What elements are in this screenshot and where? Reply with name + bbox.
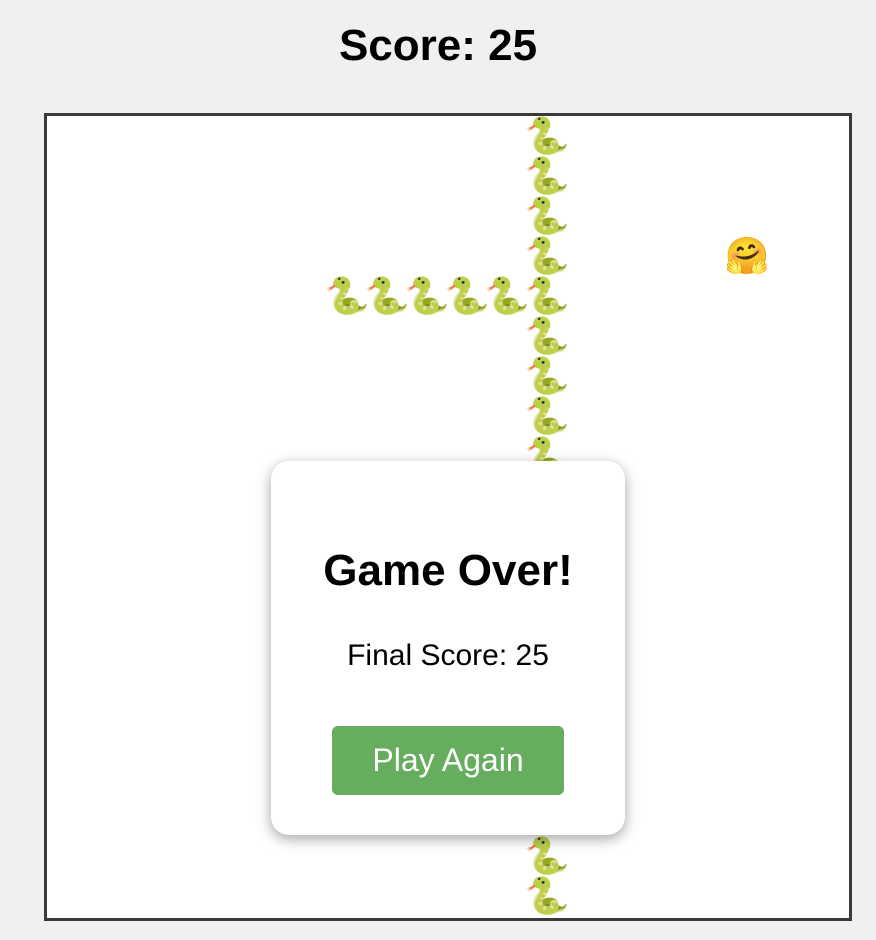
snake-segment: 🐍 bbox=[524, 835, 570, 876]
snake-segment: 🐍 bbox=[524, 355, 570, 396]
snake-segment: 🐍 bbox=[524, 155, 570, 196]
final-score: Final Score: 25 bbox=[347, 639, 549, 672]
snake-segment: 🐍 bbox=[524, 875, 570, 916]
snake-segment: 🐍 bbox=[524, 115, 570, 156]
snake-segment: 🐍 bbox=[444, 275, 490, 316]
snake-segment: 🐍 bbox=[524, 235, 570, 276]
snake-segment: 🐍 bbox=[524, 275, 570, 316]
game-over-dialog: Game Over! Final Score: 25 Play Again bbox=[271, 461, 625, 835]
snake-segment: 🐍 bbox=[364, 275, 410, 316]
snake-segment: 🐍 bbox=[524, 195, 570, 236]
game-over-title: Game Over! bbox=[323, 546, 573, 595]
play-again-button[interactable]: Play Again bbox=[332, 726, 564, 795]
snake-segment: 🐍 bbox=[524, 395, 570, 436]
snake-segment: 🐍 bbox=[484, 275, 530, 316]
snake-segment: 🐍 bbox=[404, 275, 450, 316]
snake-segment: 🐍 bbox=[524, 315, 570, 356]
score-display: Score: 25 bbox=[338, 21, 538, 70]
food-item: 🤗 bbox=[724, 235, 770, 276]
snake-segment: 🐍 bbox=[324, 275, 370, 316]
